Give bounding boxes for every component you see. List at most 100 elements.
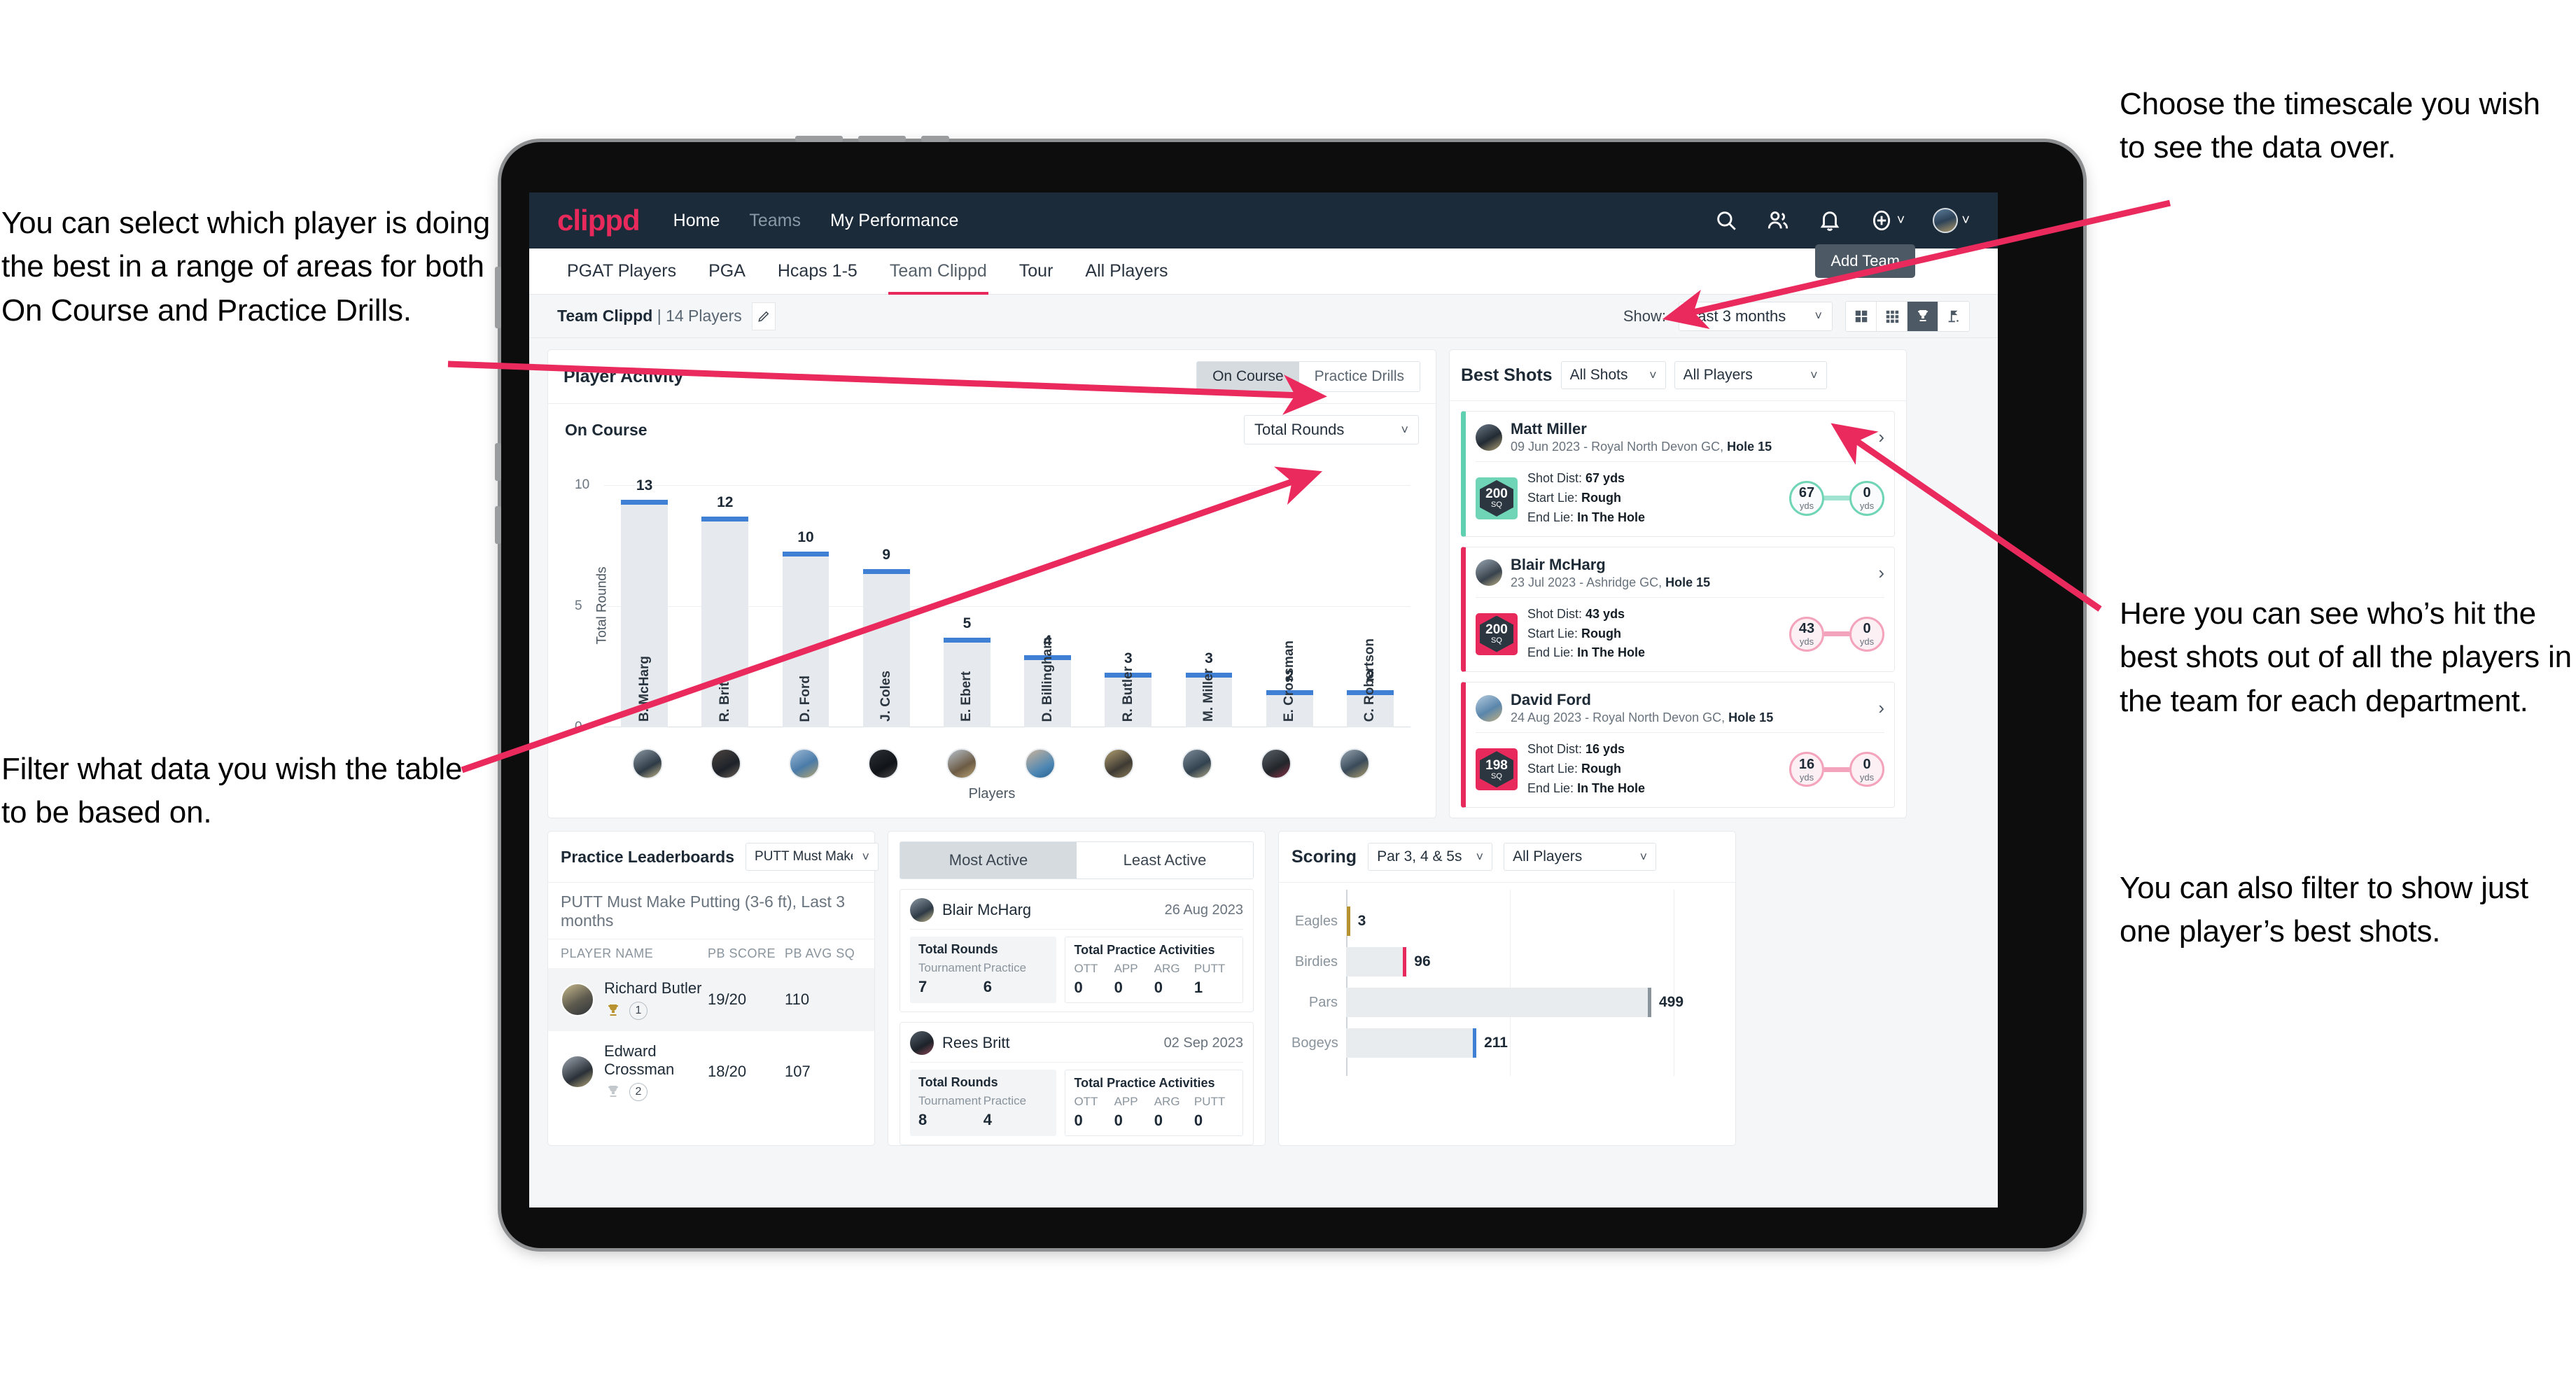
trophy-icon <box>608 1004 619 1016</box>
scoring-bar[interactable] <box>1346 906 1350 937</box>
avatar[interactable] <box>946 748 977 779</box>
scoring-row: Bogeys 211 <box>1292 1023 1723 1063</box>
segment-practice-drills[interactable]: Practice Drills <box>1298 362 1420 391</box>
shot-quality-unit: SQ <box>1491 500 1502 510</box>
nav-link-home[interactable]: Home <box>673 211 720 231</box>
player-activity-subheader: On Course Total Rounds ˅ <box>548 404 1436 444</box>
table-row[interactable]: Richard Butler 1 19/20 110 <box>548 968 874 1032</box>
view-flag-button[interactable] <box>1938 301 1969 331</box>
tab-pga[interactable]: PGA <box>707 248 747 294</box>
shot-connector <box>1824 631 1849 636</box>
view-grid-small-button[interactable] <box>1877 301 1907 331</box>
best-shot-player-name: Blair McHarg <box>1511 555 1606 573</box>
chevron-right-icon[interactable]: › <box>1878 562 1884 584</box>
activity-stat-value: 8 <box>918 1111 927 1129</box>
chevron-down-icon: ˅ <box>1639 849 1648 864</box>
best-shot-card[interactable]: Blair McHarg 23 Jul 2023 - Ashridge GC, H… <box>1461 546 1895 673</box>
shot-start-distance: 67 yds <box>1789 480 1824 516</box>
top-navigation-bar: clippd Home Teams My Performance ˅ ˅ <box>529 192 1998 248</box>
segment-on-course[interactable]: On Course <box>1197 362 1299 391</box>
bell-icon[interactable] <box>1818 209 1842 232</box>
avatar[interactable] <box>1025 748 1056 779</box>
best-shot-player-name: Matt Miller <box>1511 420 1587 438</box>
best-shots-shot-filter[interactable]: All Shots ˅ <box>1560 361 1666 389</box>
activity-card-body: Total Rounds Tournament 7 Practice 6 Total Pr… <box>910 937 1243 1004</box>
nav-link-teams[interactable]: Teams <box>749 211 801 231</box>
activity-stat: Tournament 7 <box>918 961 983 996</box>
best-shot-identity: Matt Miller 09 Jun 2023 - Royal North Dev… <box>1511 420 1772 454</box>
scoring-par-filter[interactable]: Par 3, 4 & 5s ˅ <box>1368 843 1493 872</box>
activity-stat-value: 0 <box>1114 979 1123 997</box>
avatar[interactable] <box>710 748 742 779</box>
trophy-icon <box>608 1086 619 1098</box>
activity-stat-key: Tournament <box>918 1094 981 1108</box>
chevron-down-icon-avatar[interactable]: ˅ <box>1961 213 1970 229</box>
tab-team-clippd[interactable]: Team Clippd <box>888 248 988 295</box>
best-shot-body: 200 SQ Shot Dist: 67 yds Start Lie: Rough En… <box>1476 469 1884 528</box>
scoring-value-label: 499 <box>1659 994 1684 1011</box>
scoring-track: 96 <box>1346 941 1723 982</box>
nav-link-my-performance[interactable]: My Performance <box>830 211 958 231</box>
clippd-logo[interactable]: clippd <box>557 204 640 237</box>
table-row[interactable]: Edward Crossman 2 18/20 107 <box>548 1031 874 1112</box>
device-button-left-1 <box>495 267 501 328</box>
view-trophy-button[interactable] <box>1907 301 1938 331</box>
best-shot-header: Matt Miller 09 Jun 2023 - Royal North Dev… <box>1476 420 1884 454</box>
people-icon[interactable] <box>1766 209 1790 232</box>
avatar[interactable] <box>632 748 664 779</box>
bar-group: 2 E. Crossman <box>1250 485 1330 727</box>
chevron-right-icon[interactable]: › <box>1878 426 1884 448</box>
best-shot-identity: Blair McHarg 23 Jul 2023 - Ashridge GC, H… <box>1511 556 1710 590</box>
avatar[interactable] <box>867 748 899 779</box>
best-shots-player-filter[interactable]: All Players ˅ <box>1674 361 1827 389</box>
scoring-bar-chart: Eagles 3 Birdies 96 Pars 499 Bogeys 211 <box>1292 890 1723 1077</box>
chevron-right-icon[interactable]: › <box>1878 697 1884 719</box>
activity-stat-key: ARG <box>1154 962 1180 976</box>
hexagon-icon: 200 SQ <box>1480 615 1513 652</box>
avatar[interactable] <box>789 748 820 779</box>
metric-select[interactable]: Total Rounds ˅ <box>1244 415 1419 444</box>
scoring-bar[interactable] <box>1346 988 1651 1018</box>
bar-chart-x-axis-label: Players <box>968 786 1016 802</box>
tab-tour[interactable]: Tour <box>1018 248 1055 294</box>
bar-group: 9 J. Coles <box>846 485 927 727</box>
bar-value-label: 5 <box>962 615 972 632</box>
tab-all-players[interactable]: All Players <box>1084 248 1169 294</box>
tab-most-active[interactable]: Most Active <box>900 842 1077 879</box>
total-practice-box: Total Practice Activities OTT 0 APP 0 ARG 0 PUT… <box>1065 937 1243 1004</box>
best-shot-card[interactable]: Matt Miller 09 Jun 2023 - Royal North Dev… <box>1461 411 1895 537</box>
tablet-device-frame: clippd Home Teams My Performance ˅ ˅ PGA… <box>495 136 2083 1248</box>
best-shot-card[interactable]: David Ford 24 Aug 2023 - Royal North Devo… <box>1461 682 1895 808</box>
scoring-category-label: Pars <box>1308 994 1338 1010</box>
trophy-icon <box>1917 309 1928 321</box>
avatar[interactable] <box>1260 748 1292 779</box>
view-grid-large-button[interactable] <box>1846 301 1877 331</box>
activity-player-card[interactable]: Blair McHarg 26 Aug 2023 Total Rounds Tourn… <box>899 889 1254 1013</box>
activity-player-card[interactable]: Rees Britt 02 Sep 2023 Total Rounds Tournam… <box>899 1022 1254 1146</box>
practice-leaderboards-column-headers: PLAYER NAME PB SCORE PB AVG SQ <box>548 939 874 968</box>
avatar[interactable] <box>1182 748 1213 779</box>
scoring-bar[interactable] <box>1346 947 1407 977</box>
avatar[interactable] <box>1338 748 1370 779</box>
avatar[interactable] <box>1103 748 1135 779</box>
device-button-top-3 <box>921 136 949 142</box>
practice-leaderboards-subtitle: PUTT Must Make Putting (3-6 ft), Last 3 … <box>548 883 874 940</box>
team-sep: | <box>652 307 666 325</box>
tab-pgat-players[interactable]: PGAT Players <box>566 248 678 294</box>
shot-dist-line: Shot Dist: 67 yds <box>1527 471 1625 485</box>
scoring-player-filter[interactable]: All Players ˅ <box>1504 843 1657 872</box>
chevron-down-icon-plus[interactable]: ˅ <box>1897 213 1905 229</box>
scoring-bar[interactable] <box>1346 1028 1477 1058</box>
shot-distance-diagram: 67 yds 0 yds <box>1789 480 1884 516</box>
tab-hcaps-1-5[interactable]: Hcaps 1-5 <box>776 248 859 294</box>
avatar[interactable] <box>1933 208 1959 233</box>
shot-dist-line: Shot Dist: 43 yds <box>1527 606 1625 621</box>
search-icon[interactable] <box>1714 209 1738 232</box>
plus-circle-icon[interactable] <box>1870 209 1893 232</box>
timescale-select[interactable]: Last 3 months ˅ <box>1679 301 1833 331</box>
edit-team-button[interactable] <box>751 302 776 330</box>
drill-select[interactable]: PUTT Must Make Putting ... ˅ <box>746 843 879 872</box>
flag-icon <box>1948 310 1959 322</box>
tab-least-active[interactable]: Least Active <box>1077 842 1253 879</box>
activity-stat-value: 7 <box>918 978 927 996</box>
